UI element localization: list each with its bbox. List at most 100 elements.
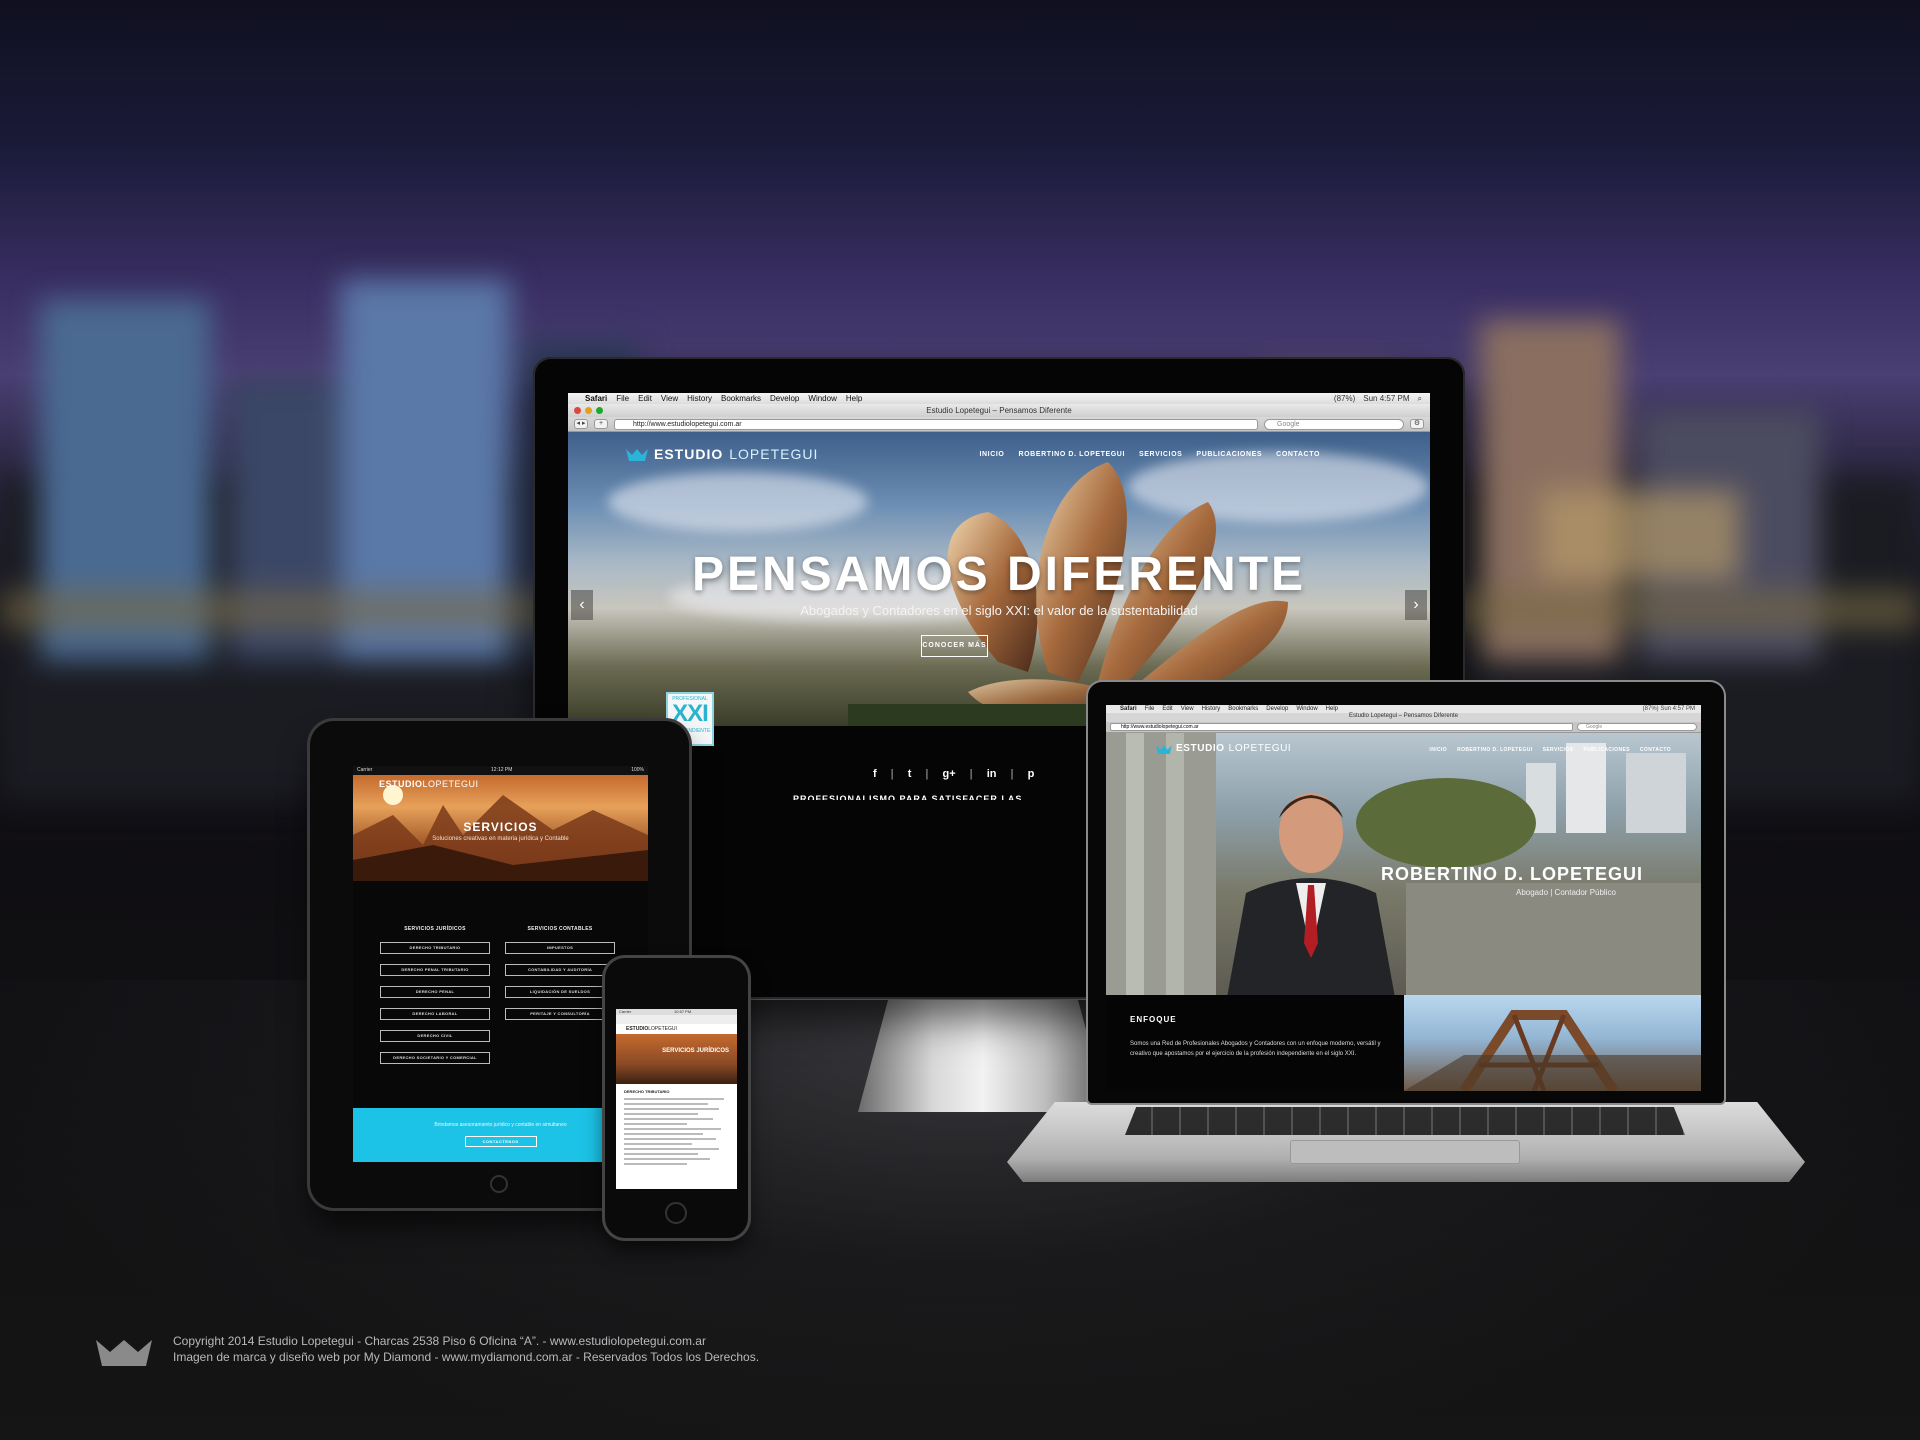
footer-design-credit: Imagen de marca y diseño web por My Diam… (173, 1350, 760, 1364)
menubar-status[interactable]: (87%) Sun 4:57 PM (1643, 706, 1695, 712)
spotlight-icon[interactable]: ⌕ (1418, 394, 1422, 404)
menu-edit[interactable]: Edit (638, 394, 652, 403)
window-title: Estudio Lopetegui – Pensamos Diferente (926, 406, 1072, 415)
status-time: 12:12 PM (491, 767, 513, 773)
site-logo[interactable]: ESTUDIOLOPETEGUI (379, 779, 479, 789)
service-button[interactable]: PERITAJE Y CONSULTORÍA (505, 1008, 615, 1020)
mobile-content: DERECHO TRIBUTARIO (616, 1084, 737, 1173)
carrier-label: Carrier (619, 1009, 632, 1014)
service-button[interactable]: LIQUIDACIÓN DE SUELDOS (505, 986, 615, 998)
service-button[interactable]: DERECHO PENAL TRIBUTARIO (380, 964, 490, 976)
service-button[interactable]: DERECHO CIVIL (380, 1030, 490, 1042)
menu-history[interactable]: History (1202, 706, 1221, 712)
service-button[interactable]: DERECHO LABORAL (380, 1008, 490, 1020)
menubar-status: (87%) Sun 4:57 PM ⌕ (1334, 394, 1422, 404)
menubar-clock[interactable]: Sun 4:57 PM (1363, 394, 1409, 404)
lawyer-portrait (1227, 793, 1395, 995)
footer-copyright: Copyright 2014 Estudio Lopetegui - Charc… (173, 1334, 706, 1348)
menu-bookmarks[interactable]: Bookmarks (1228, 706, 1258, 712)
text-line (624, 1143, 693, 1145)
text-line (624, 1118, 714, 1120)
menu-develop[interactable]: Develop (1266, 706, 1288, 712)
pinterest-icon[interactable]: p (1028, 768, 1035, 780)
profile-role: Abogado | Contador Público (1516, 888, 1616, 897)
menu-bookmarks[interactable]: Bookmarks (721, 394, 761, 403)
carrier-label: Carrier (357, 767, 373, 773)
menu-file[interactable]: File (616, 394, 629, 403)
nav-servicios[interactable]: SERVICIOS (1139, 451, 1182, 458)
browser-titlebar: Estudio Lopetegui – Pensamos Diferente (1106, 713, 1701, 722)
search-field[interactable]: Google (1577, 723, 1697, 731)
service-button[interactable]: DERECHO TRIBUTARIO (380, 942, 490, 954)
slider-next-arrow-icon[interactable]: › (1405, 590, 1427, 620)
twitter-icon[interactable]: t (908, 768, 912, 780)
menu-edit[interactable]: Edit (1162, 706, 1172, 712)
address-bar[interactable]: http://www.estudiolopetegui.com.ar (614, 418, 1258, 430)
nav-contacto[interactable]: CONTACTO (1276, 451, 1320, 458)
contactenos-button[interactable]: CONTACTENOS (464, 1136, 537, 1147)
nav-servicios[interactable]: SERVICIOS (1543, 747, 1574, 753)
section-text: Somos una Red de Profesionales Abogados … (1130, 1041, 1381, 1057)
search-field[interactable]: Google (1264, 418, 1404, 430)
imac-stand (858, 1000, 1108, 1112)
slider-prev-arrow-icon[interactable]: ‹ (571, 590, 593, 620)
bridge-photo (1404, 995, 1701, 1091)
column-title: SERVICIOS JURÍDICOS (404, 926, 466, 932)
logo-bold-text: ESTUDIO (379, 779, 423, 789)
enfoque-section: ENFOQUE Somos una Red de Profesionales A… (1106, 995, 1701, 1091)
menu-app-name[interactable]: Safari (1120, 706, 1137, 712)
ipad-home-button[interactable] (490, 1175, 508, 1193)
nav-robertino[interactable]: ROBERTINO D. LOPETEGUI (1457, 747, 1532, 753)
mac-menubar: Safari File Edit View History Bookmarks … (568, 393, 1430, 404)
site-logo[interactable]: ESTUDIOLOPETEGUI (1156, 743, 1291, 754)
service-button[interactable]: IMPUESTOS (505, 942, 615, 954)
column-title: SERVICIOS CONTABLES (527, 926, 593, 932)
conocer-mas-button[interactable]: CONOCER MÁS (921, 635, 988, 657)
macbook-trackpad (1290, 1140, 1520, 1164)
hero-subtitle: Abogados y Contadores en el siglo XXI: e… (800, 603, 1198, 618)
logo-thin-text: LOPETEGUI (648, 1026, 677, 1032)
facebook-icon[interactable]: f (873, 768, 877, 780)
service-button[interactable]: DERECHO SOCIETARIO Y COMERCIAL (380, 1052, 490, 1064)
menu-help[interactable]: Help (1326, 706, 1338, 712)
text-line (624, 1133, 703, 1135)
nav-contacto[interactable]: CONTACTO (1640, 747, 1671, 753)
site-logo[interactable]: ESTUDIOLOPETEGUI (616, 1024, 737, 1034)
google-plus-icon[interactable]: g+ (943, 768, 956, 780)
menu-help[interactable]: Help (846, 394, 862, 403)
services-columns: SERVICIOS JURÍDICOS DERECHO TRIBUTARIO D… (353, 926, 648, 1064)
nav-publicaciones[interactable]: PUBLICACIONES (1583, 747, 1630, 753)
nav-inicio[interactable]: INICIO (1429, 747, 1447, 753)
profile-hero: ESTUDIO LOPETEGUI INICIO ROBERTINO D. LOP… (1106, 733, 1701, 995)
mobile-address-bar[interactable] (616, 1015, 737, 1024)
site-nav: INICIO ROBERTINO D. LOPETEGUI SERVICIOS … (979, 451, 1320, 458)
menu-app-name[interactable]: Safari (585, 394, 607, 403)
nav-robertino[interactable]: ROBERTINO D. LOPETEGUI (1018, 451, 1125, 458)
menu-view[interactable]: View (661, 394, 678, 403)
logo-thin-text: LOPETEGUI (729, 446, 819, 462)
accounting-services-column: SERVICIOS CONTABLES IMPUESTOS CONTABILID… (505, 926, 615, 1030)
mobile-hero: SERVICIOS JURÍDICOS (616, 1034, 737, 1084)
address-bar[interactable]: http://www.estudiolopetegui.com.ar (1110, 723, 1573, 731)
menu-view[interactable]: View (1181, 706, 1194, 712)
menu-window[interactable]: Window (1296, 706, 1317, 712)
settings-gear-icon[interactable]: ⚙ (1410, 419, 1424, 429)
add-bookmark-button[interactable]: + (594, 419, 608, 429)
linkedin-icon[interactable]: in (987, 768, 997, 780)
text-line (624, 1138, 717, 1140)
nav-inicio[interactable]: INICIO (979, 451, 1004, 458)
menu-history[interactable]: History (687, 394, 712, 403)
menu-develop[interactable]: Develop (770, 394, 799, 403)
nav-publicaciones[interactable]: PUBLICACIONES (1196, 451, 1262, 458)
back-forward-button[interactable]: ◂ ▸ (574, 419, 588, 429)
menu-window[interactable]: Window (808, 394, 836, 403)
site-logo[interactable]: ESTUDIOLOPETEGUI (626, 446, 818, 462)
text-line (624, 1113, 698, 1115)
battery-status[interactable]: (87%) (1334, 394, 1355, 404)
menu-file[interactable]: File (1145, 706, 1155, 712)
band-tagline: PROFESIONALISMO PARA SATISFACER LAS NECE… (793, 794, 1023, 800)
service-button[interactable]: CONTABILIDAD Y AUDITORÍA (505, 964, 615, 976)
service-button[interactable]: DERECHO PENAL (380, 986, 490, 998)
iphone-home-button[interactable] (665, 1202, 687, 1224)
status-time: 10:57 PM (674, 1009, 692, 1014)
